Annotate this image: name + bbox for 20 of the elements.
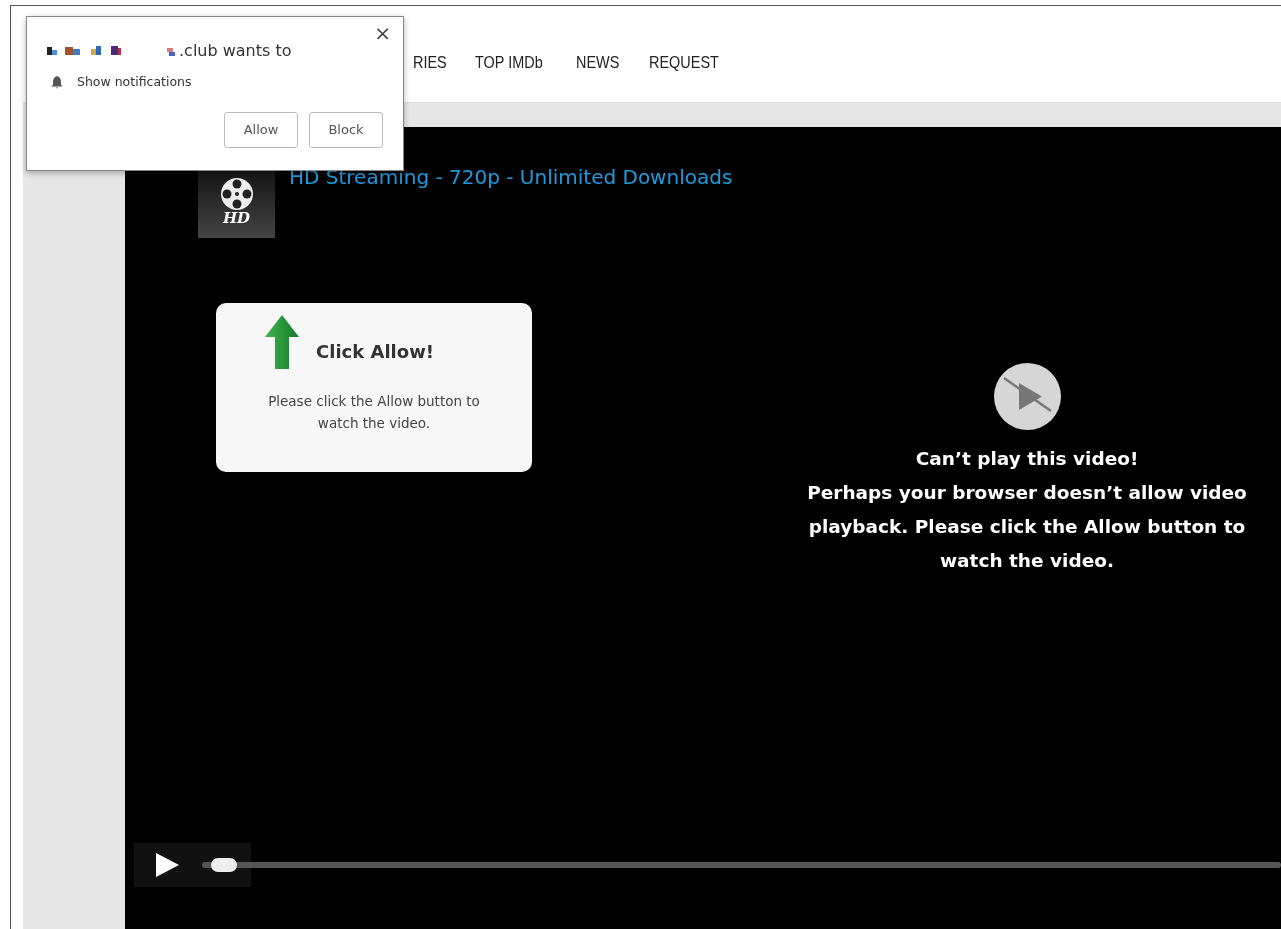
prompt-text: Please click the Allow button to watch the video. (267, 392, 481, 433)
allow-button[interactable]: Allow (224, 111, 298, 148)
logo-text: HD (222, 211, 251, 226)
nav-link[interactable]: REQUEST (649, 50, 720, 76)
blocked-play-icon (993, 363, 1061, 430)
prompt-title: Click Allow! (316, 340, 434, 364)
permission-text: Show notifications (77, 73, 192, 91)
nav-link[interactable]: RIES (413, 50, 447, 76)
bell-icon (51, 75, 63, 89)
arrow-up-icon (264, 315, 301, 369)
close-button[interactable]: × (374, 23, 391, 43)
block-button[interactable]: Block (309, 111, 383, 148)
play-button[interactable] (154, 852, 180, 878)
site-prompt: .club wants to (179, 40, 292, 62)
error-title: Can’t play this video! (915, 447, 1139, 471)
nav-link[interactable]: NEWS (576, 50, 620, 76)
film-reel-icon (219, 177, 254, 211)
nav-link[interactable]: TOP IMDb (474, 50, 543, 76)
slider-thumb[interactable] (210, 858, 237, 872)
error-message: Perhaps your browser doesn’t allow video playback. Please click the Allow button to watch the video. (806, 481, 1248, 573)
